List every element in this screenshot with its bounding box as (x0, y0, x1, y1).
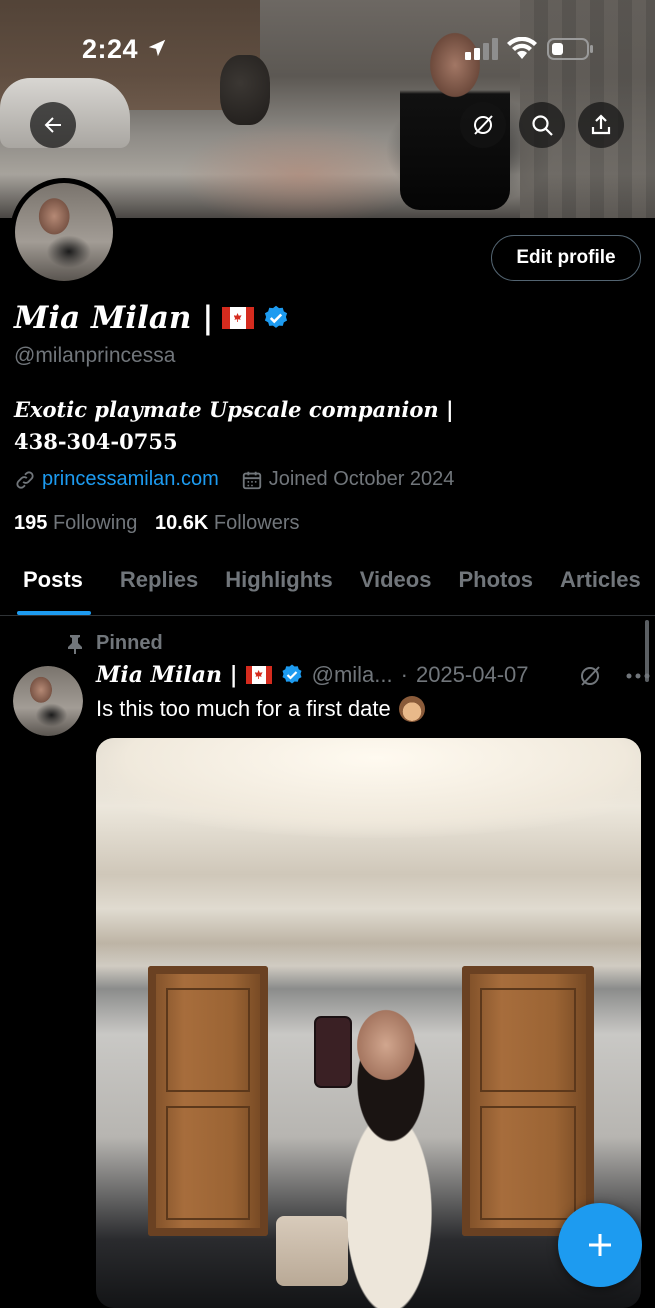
bio-text: Exotic playmate Upscale companion | (14, 397, 454, 422)
media-handbag (276, 1216, 348, 1286)
profile-joined-date: Joined October 2024 (268, 468, 455, 490)
tweet-body: Is this too much for a first date (96, 696, 425, 722)
edit-profile-button[interactable]: Edit profile (491, 235, 641, 281)
share-icon (591, 114, 611, 135)
following-link[interactable]: 195 Following (14, 512, 137, 534)
canada-flag-icon (221, 307, 254, 329)
profile-bio: Exotic playmate Upscale companion | 438-… (14, 394, 634, 458)
location-arrow-icon (148, 39, 166, 57)
profile-avatar[interactable] (10, 178, 118, 286)
tweet-media-image[interactable] (96, 738, 641, 1308)
bio-phone: 438-304-0755 (14, 429, 178, 454)
tweet-avatar-image (13, 666, 83, 736)
profile-website-link[interactable]: princessamilan.com (42, 468, 219, 491)
tweet-separator: · (400, 662, 408, 687)
following-label: Following (52, 512, 138, 534)
media-door-left (148, 966, 268, 1236)
pinned-label: Pinned (96, 632, 163, 654)
media-phone (314, 1016, 352, 1088)
tab-articles[interactable]: Articles (560, 555, 641, 615)
search-button[interactable] (519, 102, 565, 148)
tab-videos[interactable]: Videos (360, 555, 432, 615)
following-count: 195 (14, 512, 48, 534)
see-no-evil-monkey-icon (398, 696, 425, 722)
profile-tabs: Posts Replies Highlights Videos Photos A… (0, 555, 655, 616)
tweet-actions-top (578, 664, 650, 688)
media-ceiling-light (96, 738, 641, 838)
profile-meta: princessamilan.com Joined October 2024 (14, 468, 454, 491)
tab-highlights[interactable]: Highlights (225, 555, 333, 615)
cellular-signal-icon (465, 38, 498, 60)
tweet-header: Mia Milan | @mila... · 2025-04-07 (96, 662, 529, 688)
battery-icon (547, 38, 593, 60)
plus-icon (589, 1234, 611, 1256)
followers-label: Followers (213, 512, 300, 534)
back-button[interactable] (30, 102, 76, 148)
tweet-author-name[interactable]: Mia Milan | (96, 662, 238, 688)
grok-button[interactable] (460, 102, 506, 148)
grok-icon (474, 115, 493, 135)
share-button[interactable] (578, 102, 624, 148)
more-icon[interactable] (626, 672, 650, 680)
followers-link[interactable]: 10.6K Followers (155, 512, 300, 534)
search-icon (532, 115, 553, 136)
tab-replies[interactable]: Replies (120, 555, 198, 615)
profile-name-row: Mia Milan | (14, 300, 290, 336)
tab-posts[interactable]: Posts (17, 555, 91, 615)
grok-icon[interactable] (578, 664, 602, 688)
calendar-icon (242, 471, 261, 489)
pin-icon (68, 634, 82, 654)
verified-badge-icon[interactable] (262, 304, 290, 332)
tweet-author-handle[interactable]: @mila... (312, 662, 393, 688)
pinned-indicator: Pinned (66, 632, 163, 655)
tweet-date[interactable]: 2025-04-07 (416, 662, 529, 688)
canada-flag-icon (245, 666, 272, 684)
status-bar: 2:24 (0, 0, 655, 96)
wifi-icon (507, 37, 537, 59)
tweet-author-avatar[interactable] (13, 666, 83, 736)
media-door-right (462, 966, 594, 1236)
tab-photos[interactable]: Photos (458, 555, 533, 615)
profile-follow-stats: 195 Following 10.6K Followers (14, 512, 300, 535)
profile-handle: @milanprincessa (14, 344, 176, 367)
status-time: 2:24 (82, 34, 139, 64)
verified-badge-icon (282, 664, 302, 684)
compose-post-button[interactable] (558, 1203, 642, 1287)
followers-count: 10.6K (154, 512, 209, 534)
tweet-text: Is this too much for a first date (96, 696, 391, 721)
profile-display-name: Mia Milan | (14, 300, 214, 336)
link-icon (16, 470, 34, 489)
arrow-left-icon (44, 117, 61, 133)
avatar-image (15, 183, 113, 281)
